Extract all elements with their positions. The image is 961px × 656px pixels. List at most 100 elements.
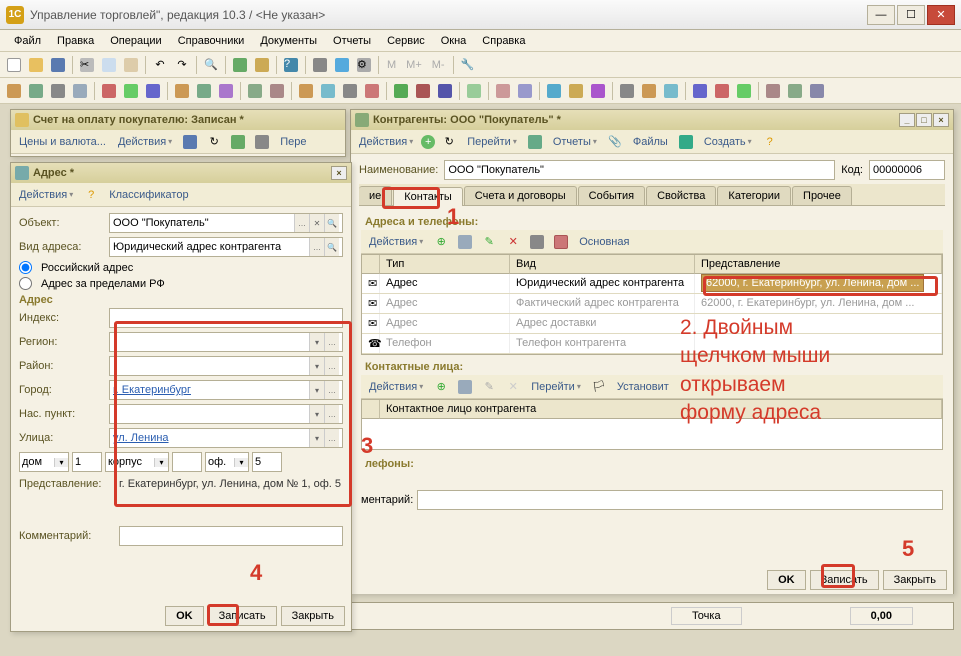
cp-close[interactable]: × [933,113,949,127]
open-icon[interactable] [26,55,46,75]
tb2-icon-1[interactable] [4,81,24,101]
addr-kind-input[interactable] [113,238,309,256]
contacts-header[interactable]: Контактное лицо контрагента [380,400,942,419]
addr-city-input[interactable]: г. Екатеринбург [113,384,309,396]
tb2-icon-18[interactable] [413,81,433,101]
inv-go[interactable]: Пере [276,134,310,150]
addr-house-input[interactable] [72,452,102,472]
tb2-icon-23[interactable] [544,81,564,101]
inv-report-icon[interactable] [252,132,272,152]
settl-dd[interactable]: ▾ [309,405,324,423]
grid-row-1[interactable]: ✉ Адрес Фактический адрес контрагента 62… [362,294,942,314]
cp-files[interactable]: Файлы [629,134,672,150]
help-icon[interactable]: ? [281,55,301,75]
cp-refresh-icon[interactable]: ↻ [439,132,459,152]
tb2-icon-24[interactable] [566,81,586,101]
cp2-copy-icon[interactable] [455,377,475,397]
tb2-icon-17[interactable] [391,81,411,101]
cp2-add-icon[interactable]: ⊕ [431,377,451,397]
inv-refresh-icon[interactable]: ↻ [204,132,224,152]
cp-row-edit-icon[interactable]: ✎ [479,232,499,252]
cp-clip-icon[interactable]: 📎 [605,132,625,152]
minimize-button[interactable]: — [867,5,895,25]
redo-icon[interactable]: ↷ [172,55,192,75]
maximize-button[interactable]: ☐ [897,5,925,25]
tb2-icon-28[interactable] [661,81,681,101]
menu-edit[interactable]: Правка [51,33,100,49]
settings-icon[interactable]: 🔧 [458,55,478,75]
tb2-icon-14[interactable] [318,81,338,101]
tab-general[interactable]: ие [359,186,392,205]
select-btn[interactable]: … [294,214,309,232]
cp-close-button[interactable]: Закрыть [883,570,947,590]
street-sel[interactable]: … [324,429,339,447]
grid-row-3[interactable]: ☎ Телефон Телефон контрагента [362,334,942,354]
addr-region-input[interactable] [113,333,309,351]
grid-row-2[interactable]: ✉ Адрес Адрес доставки [362,314,942,334]
grid-icon[interactable] [310,55,330,75]
cp-ok-button[interactable]: OK [767,570,806,590]
grid-row-0[interactable]: ✉ Адрес Юридический адрес контрагента 62… [362,274,942,294]
kind-select[interactable]: … [309,238,324,256]
tb2-icon-4[interactable] [70,81,90,101]
addr-close-button[interactable]: Закрыть [281,606,345,626]
grid-header-kind[interactable]: Вид [510,255,695,274]
cp-row-copy-icon[interactable] [455,232,475,252]
cp-comment-input[interactable] [421,491,939,509]
copy-icon[interactable] [99,55,119,75]
tb2-icon-32[interactable] [763,81,783,101]
cp-name-input[interactable] [448,161,831,179]
grid-header-type[interactable]: Тип [380,255,510,274]
calendar-icon[interactable] [252,55,272,75]
tab-other[interactable]: Прочее [792,186,852,205]
tb2-icon-7[interactable] [143,81,163,101]
tb2-icon-26[interactable] [617,81,637,101]
addr-ok-button[interactable]: OK [165,606,204,626]
addr-district-input[interactable] [113,357,309,375]
cp-row-main[interactable]: Основная [575,234,633,250]
tb2-icon-20[interactable] [464,81,484,101]
menu-catalogs[interactable]: Справочники [172,33,251,49]
cp-report-icon[interactable] [525,132,545,152]
cp-create-icon[interactable] [676,132,696,152]
addr-radio-abroad[interactable] [19,277,32,290]
open-btn[interactable]: 🔍 [324,214,339,232]
region-sel[interactable]: … [324,333,339,351]
tb2-icon-11[interactable] [245,81,265,101]
gear-icon[interactable]: ⚙ [354,55,374,75]
cp-code-input[interactable] [873,161,961,179]
cp-maximize[interactable]: □ [916,113,932,127]
tb2-icon-25[interactable] [588,81,608,101]
paste-icon[interactable] [121,55,141,75]
tb2-icon-31[interactable] [734,81,754,101]
addr-comment-input[interactable] [123,527,339,545]
addr-korpus-dd[interactable]: корпус▾ [105,452,169,472]
menu-help[interactable]: Справка [476,33,531,49]
addr-object-input[interactable] [113,214,294,232]
cp-help-icon[interactable]: ? [760,132,780,152]
city-sel[interactable]: … [324,381,339,399]
cp-reports[interactable]: Отчеты▾ [549,134,601,150]
district-dd[interactable]: ▾ [309,357,324,375]
tb2-icon-5[interactable] [99,81,119,101]
region-dd[interactable]: ▾ [309,333,324,351]
tab-categories[interactable]: Категории [717,186,791,205]
cp-row-filter-icon[interactable] [551,232,571,252]
tb2-icon-15[interactable] [340,81,360,101]
cp-minimize[interactable]: _ [899,113,915,127]
addr-index-input[interactable] [113,309,339,327]
tb2-icon-34[interactable] [807,81,827,101]
menu-service[interactable]: Сервис [381,33,431,49]
search-icon[interactable]: 🔍 [201,55,221,75]
cut-icon[interactable]: ✂ [77,55,97,75]
cp-inner-actions[interactable]: Действия▾ [365,234,427,250]
settl-sel[interactable]: … [324,405,339,423]
tb2-icon-16[interactable] [362,81,382,101]
tab-events[interactable]: События [578,186,645,205]
tab-contacts[interactable]: Контакты [393,187,463,206]
cp2-set[interactable]: Установит [613,379,673,395]
tb2-icon-27[interactable] [639,81,659,101]
menu-reports[interactable]: Отчеты [327,33,377,49]
cp2-delete-icon[interactable]: ✕ [503,377,523,397]
tb2-icon-30[interactable] [712,81,732,101]
